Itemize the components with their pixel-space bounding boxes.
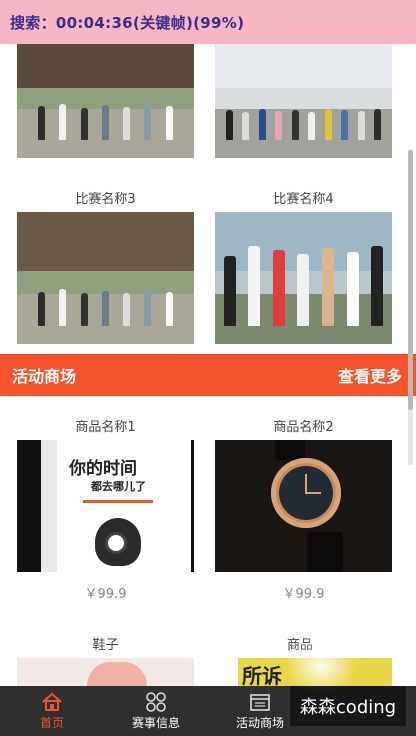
book-title: 你的时间: [69, 459, 137, 479]
match-photo-4[interactable]: [215, 212, 392, 344]
match-photo-2[interactable]: [215, 30, 392, 158]
view-more-link[interactable]: 查看更多: [338, 363, 402, 387]
product-price-1: ￥99.9: [84, 587, 127, 602]
nav-home[interactable]: 首页: [0, 686, 104, 736]
scrollbar-thumb[interactable]: [408, 150, 413, 410]
scroll-content[interactable]: 比赛名称3 比赛名称4 活动商场 查看更多 商品名称1 商品名称2 你的时间 都…: [0, 0, 416, 736]
product-price-2: ￥99.9: [282, 587, 325, 602]
home-icon: [42, 692, 62, 711]
nav-activity-mall-label: 活动商场: [235, 715, 284, 730]
match-photo-1[interactable]: [17, 30, 194, 158]
watermark: 森森coding: [290, 686, 406, 726]
nav-match-info-label: 赛事信息: [131, 715, 180, 730]
product-image-2[interactable]: [215, 440, 392, 572]
shop-section-title: 活动商场: [12, 367, 77, 386]
grid-icon: [146, 691, 166, 712]
product-name-3: 鞋子: [92, 638, 119, 653]
product-4-sign-text: 所诉: [242, 664, 282, 688]
match-photo-3[interactable]: [17, 212, 194, 344]
nav-match-info[interactable]: 赛事信息: [104, 686, 208, 736]
product-name-2: 商品名称2: [273, 420, 334, 435]
search-overlay-banner: 搜索：00:04:36(关键帧)(99%): [0, 0, 416, 44]
shop-section-header: 活动商场 查看更多: [0, 354, 416, 396]
product-image-1[interactable]: 你的时间 都去哪儿了: [17, 440, 194, 572]
book-subtitle: 都去哪儿了: [91, 480, 146, 493]
match-caption-3: 比赛名称3: [75, 192, 136, 207]
search-overlay-text: 搜索：00:04:36(关键帧)(99%): [10, 13, 245, 32]
product-name-1: 商品名称1: [75, 420, 136, 435]
match-caption-4: 比赛名称4: [273, 192, 334, 207]
nav-home-label: 首页: [39, 715, 64, 730]
watermark-text: 森森coding: [299, 697, 397, 718]
calendar-icon: [250, 693, 270, 711]
